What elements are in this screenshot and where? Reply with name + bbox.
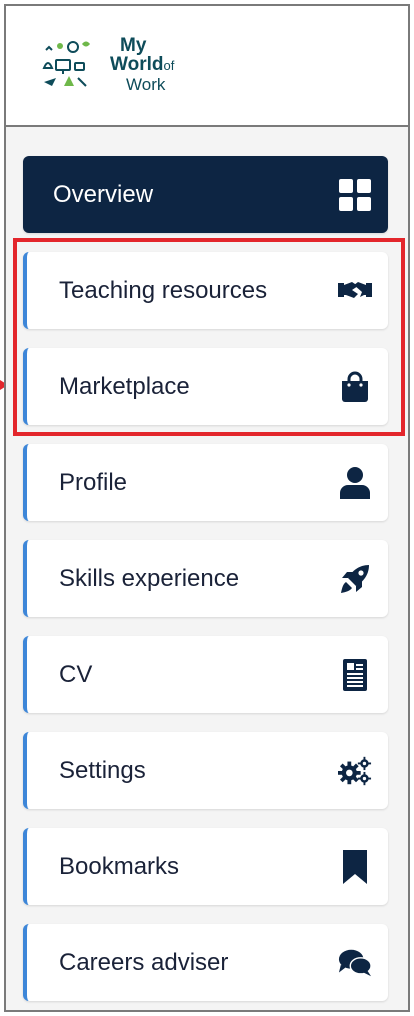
menu-item-bookmarks[interactable]: Bookmarks bbox=[23, 828, 388, 905]
menu-item-overview[interactable]: Overview bbox=[23, 156, 388, 233]
menu-item-label: Overview bbox=[53, 180, 154, 208]
menu-item-label: Marketplace bbox=[59, 372, 190, 400]
gears-icon bbox=[338, 754, 372, 788]
menu-item-marketplace[interactable]: Marketplace bbox=[23, 348, 388, 425]
sidebar-header: My Worldof Work bbox=[6, 6, 408, 127]
grid-icon bbox=[338, 178, 372, 212]
menu-item-profile[interactable]: Profile bbox=[23, 444, 388, 521]
my-world-of-work-logo[interactable]: My Worldof Work bbox=[40, 32, 190, 102]
menu-item-label: Teaching resources bbox=[59, 276, 268, 304]
menu-item-label: Settings bbox=[59, 756, 146, 784]
bookmark-icon bbox=[338, 849, 372, 884]
menu-item-label: Bookmarks bbox=[59, 852, 180, 880]
logo-text: My Worldof Work bbox=[110, 36, 174, 94]
menu-item-label: CV bbox=[59, 660, 93, 688]
menu-item-skills-experience[interactable]: Skills experience bbox=[23, 540, 388, 617]
menu-item-careers-adviser[interactable]: Careers adviser bbox=[23, 924, 388, 1001]
sidebar-panel: My Worldof Work Overview Teaching resour… bbox=[4, 4, 410, 1012]
user-icon bbox=[338, 466, 372, 500]
logo-icons-icon bbox=[42, 41, 90, 87]
menu-item-label: Skills experience bbox=[59, 564, 240, 592]
rocket-icon bbox=[338, 562, 372, 596]
logo-line-work: Work bbox=[126, 75, 166, 94]
menu-item-teaching-resources[interactable]: Teaching resources bbox=[23, 252, 388, 329]
logo-world-word: World bbox=[110, 54, 164, 75]
document-icon bbox=[338, 658, 372, 692]
logo-of-word: of bbox=[163, 58, 175, 73]
logo-line-my: My bbox=[120, 35, 147, 56]
chat-icon bbox=[338, 946, 372, 980]
shopping-bag-icon bbox=[338, 370, 372, 404]
menu-item-label: Careers adviser bbox=[59, 948, 229, 976]
menu-item-label: Profile bbox=[59, 468, 128, 496]
logo-line-world: Worldof bbox=[110, 55, 174, 75]
menu-item-settings[interactable]: Settings bbox=[23, 732, 388, 809]
menu-item-cv[interactable]: CV bbox=[23, 636, 388, 713]
handshake-icon bbox=[338, 274, 372, 308]
